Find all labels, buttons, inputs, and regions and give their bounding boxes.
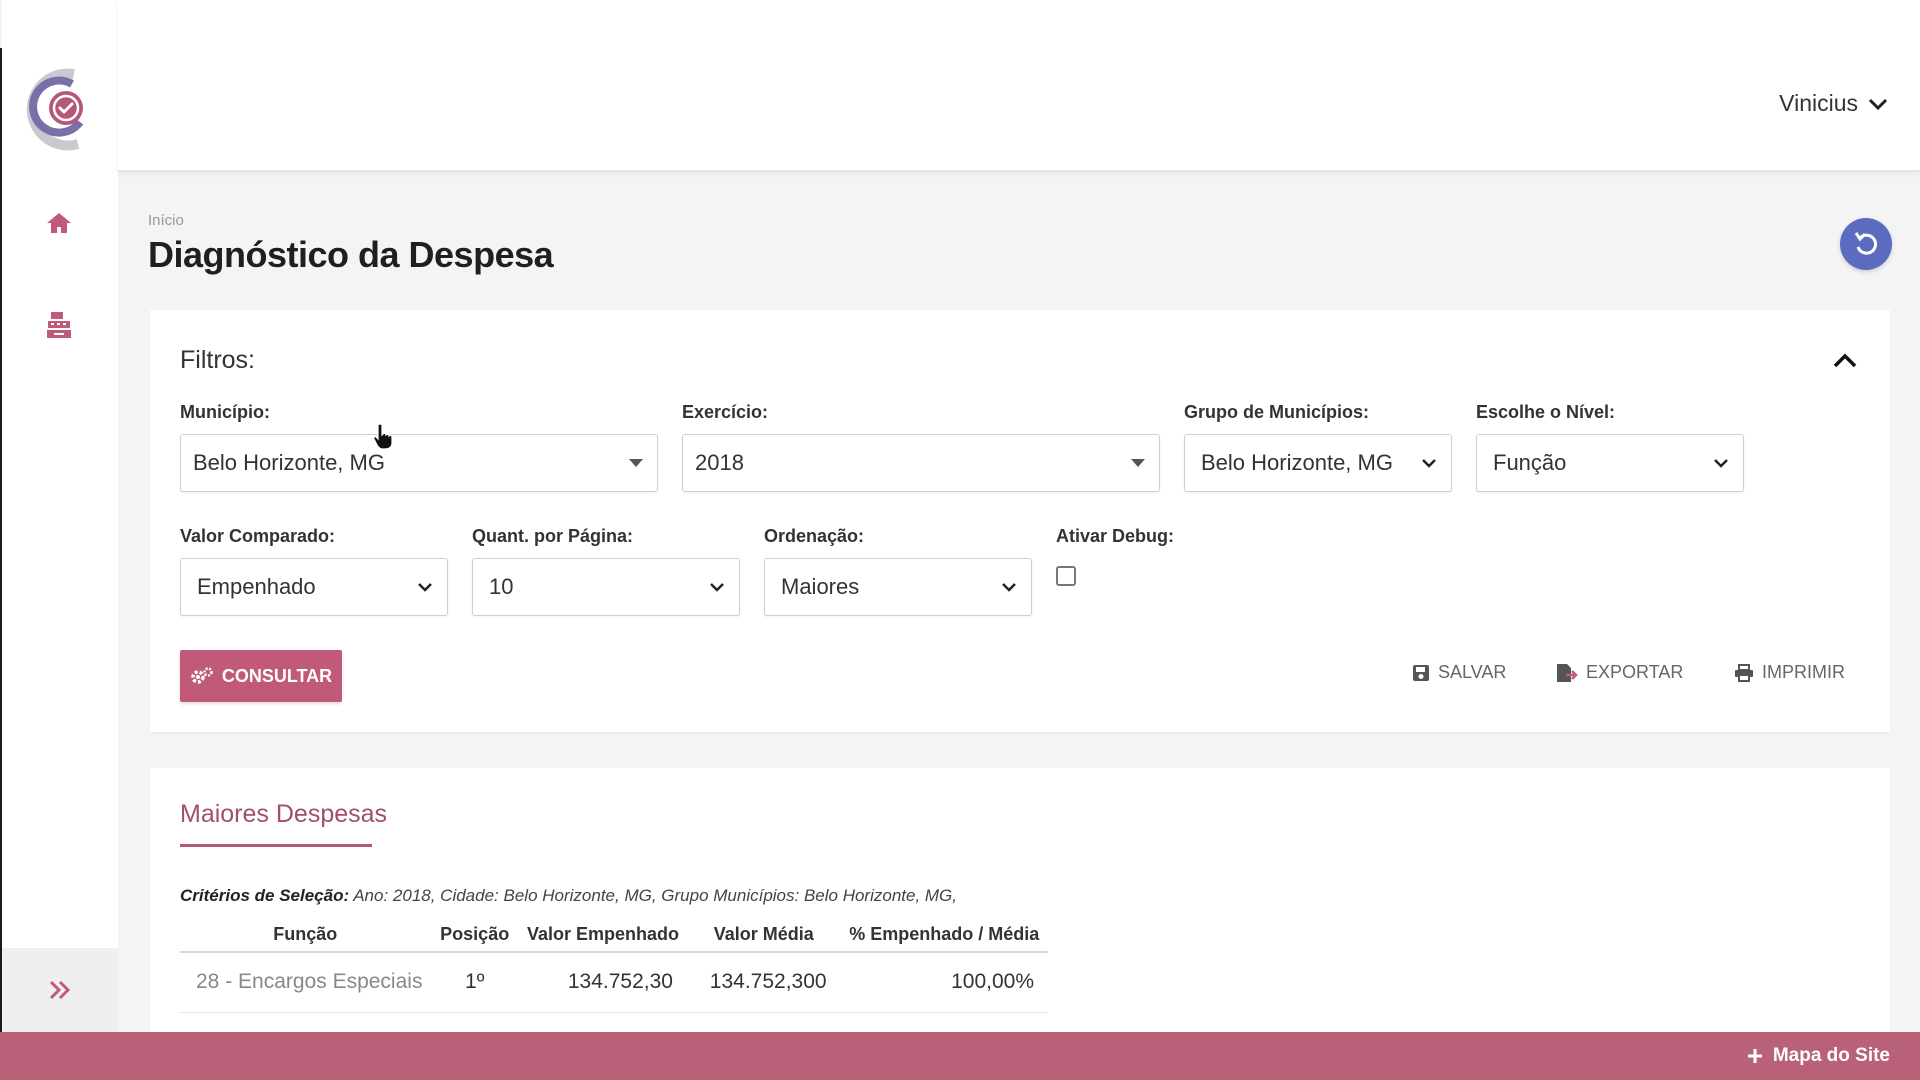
cell-valor-media: 134.752,300 <box>686 952 841 1013</box>
tab-maiores-despesas[interactable]: Maiores Despesas <box>180 800 387 829</box>
file-export-icon <box>1557 663 1578 682</box>
cell-posicao: 1º <box>430 952 519 1013</box>
salvar-button[interactable]: SALVAR <box>1412 662 1506 683</box>
printer-icon <box>1735 663 1753 682</box>
column-header-valor-empenhado[interactable]: Valor Empenhado <box>518 918 687 953</box>
salvar-label: SALVAR <box>1438 662 1507 682</box>
breadcrumb[interactable]: Início <box>148 212 184 229</box>
imprimir-button[interactable]: IMPRIMIR <box>1734 662 1845 683</box>
refresh-icon <box>1854 232 1878 255</box>
plus-icon <box>1747 1049 1762 1063</box>
filters-title: Filtros: <box>180 346 255 374</box>
quant-pagina-select[interactable]: 10 <box>472 558 740 616</box>
tab-active-indicator <box>180 844 372 847</box>
consultar-button[interactable]: CONSULTAR <box>180 650 342 702</box>
chevron-down-icon <box>1422 459 1436 468</box>
chevron-down-icon <box>1002 583 1016 592</box>
exercicio-label: Exercício: <box>682 402 769 422</box>
quant-pagina-value: 10 <box>489 574 514 599</box>
results-table: Função Posição Valor Empenhado Valor Méd… <box>180 918 1048 1013</box>
caret-down-icon <box>629 459 643 467</box>
filters-panel: Filtros: Município: Belo Horizonte, MG E… <box>150 310 1890 732</box>
selection-criteria: Critérios de Seleção: Ano: 2018, Cidade:… <box>180 886 957 906</box>
results-panel: Maiores Despesas Critérios de Seleção: A… <box>150 768 1890 1032</box>
consultar-label: CONSULTAR <box>221 665 333 686</box>
imprimir-label: IMPRIMIR <box>1762 662 1845 682</box>
sitemap-label: Mapa do Site <box>1772 1045 1890 1066</box>
cash-register-icon[interactable] <box>44 310 74 340</box>
floppy-disk-icon <box>1413 664 1429 681</box>
chevron-down-icon <box>710 583 724 592</box>
debug-label: Ativar Debug: <box>1056 526 1175 546</box>
grupo-label: Grupo de Municípios: <box>1184 402 1369 422</box>
nivel-select[interactable]: Função <box>1476 434 1744 492</box>
double-chevron-right-icon <box>49 980 71 1000</box>
table-row[interactable]: 28 - Encargos Especiais 1º 134.752,30 13… <box>180 952 1048 1013</box>
user-menu[interactable]: Vinicius <box>1779 90 1888 117</box>
ordenacao-select[interactable]: Maiores <box>764 558 1032 616</box>
chevron-down-icon <box>1714 459 1728 468</box>
chevron-down-icon <box>1868 98 1888 110</box>
sidebar <box>2 0 118 1032</box>
criteria-text: Ano: 2018, Cidade: Belo Horizonte, MG, G… <box>349 886 958 905</box>
table-header-row: Função Posição Valor Empenhado Valor Méd… <box>180 918 1048 953</box>
cell-percentual: 100,00% <box>840 952 1048 1013</box>
cell-valor-empenhado: 134.752,30 <box>518 952 687 1013</box>
quant-pagina-label: Quant. por Página: <box>472 526 634 546</box>
column-header-posicao[interactable]: Posição <box>430 918 519 953</box>
municipio-value: Belo Horizonte, MG <box>193 450 385 475</box>
exercicio-select[interactable]: 2018 <box>682 434 1160 492</box>
debug-checkbox[interactable] <box>1056 566 1076 586</box>
top-bar: Vinicius <box>118 0 1920 172</box>
valor-comparado-select[interactable]: Empenhado <box>180 558 448 616</box>
chevron-up-icon[interactable] <box>1830 346 1860 376</box>
ordenacao-label: Ordenação: <box>764 526 865 546</box>
cogs-icon <box>191 667 213 684</box>
exportar-button[interactable]: EXPORTAR <box>1556 662 1683 683</box>
column-header-percentual[interactable]: % Empenhado / Média <box>840 918 1048 953</box>
footer-bar: Mapa do Site <box>0 1032 1920 1080</box>
exportar-label: EXPORTAR <box>1586 662 1684 682</box>
criteria-label: Critérios de Seleção: <box>180 886 350 905</box>
home-icon[interactable] <box>44 208 74 238</box>
sitemap-link[interactable]: Mapa do Site <box>1747 1045 1890 1067</box>
caret-down-icon <box>1131 459 1145 467</box>
grupo-value: Belo Horizonte, MG <box>1201 450 1393 475</box>
app-logo[interactable] <box>22 62 98 152</box>
column-header-valor-media[interactable]: Valor Média <box>686 918 841 953</box>
hand-pointer-icon <box>374 423 393 450</box>
nivel-label: Escolhe o Nível: <box>1476 402 1616 422</box>
refresh-button[interactable] <box>1840 218 1892 270</box>
expand-sidebar-button[interactable] <box>2 948 118 1032</box>
ordenacao-value: Maiores <box>781 574 860 599</box>
municipio-label: Município: <box>180 402 270 422</box>
grupo-select[interactable]: Belo Horizonte, MG <box>1184 434 1452 492</box>
column-header-funcao[interactable]: Função <box>180 918 431 953</box>
page-title: Diagnóstico da Despesa <box>148 234 554 275</box>
user-name: Vinicius <box>1779 90 1858 116</box>
nivel-value: Função <box>1493 450 1567 475</box>
valor-comparado-label: Valor Comparado: <box>180 526 336 546</box>
exercicio-value: 2018 <box>695 450 744 475</box>
chevron-down-icon <box>418 583 432 592</box>
cell-funcao[interactable]: 28 - Encargos Especiais <box>180 952 431 1013</box>
valor-comparado-value: Empenhado <box>197 574 316 599</box>
municipio-select[interactable]: Belo Horizonte, MG <box>180 434 658 492</box>
